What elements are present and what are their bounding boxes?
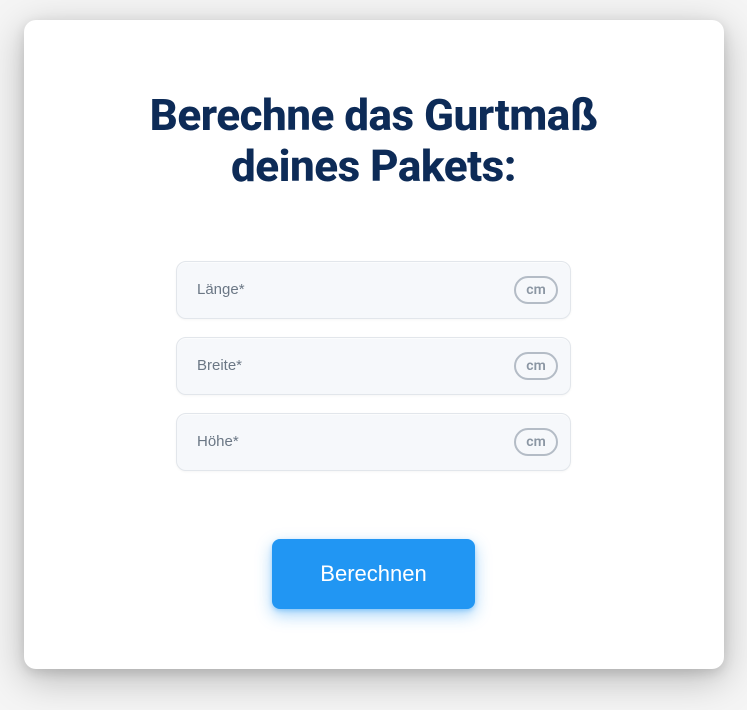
length-input-row: cm [176,261,571,319]
calculator-card: Berechne das Gurtmaß deines Pakets: cm c… [24,20,724,669]
dimensions-form: cm cm cm Berechnen [84,261,664,609]
length-unit-badge: cm [514,276,558,304]
width-input[interactable] [197,338,514,394]
width-unit-badge: cm [514,352,558,380]
height-input[interactable] [197,414,514,470]
height-input-row: cm [176,413,571,471]
length-input[interactable] [197,262,514,318]
calculate-button[interactable]: Berechnen [272,539,474,609]
page-title: Berechne das Gurtmaß deines Pakets: [84,90,664,191]
width-input-row: cm [176,337,571,395]
height-unit-badge: cm [514,428,558,456]
